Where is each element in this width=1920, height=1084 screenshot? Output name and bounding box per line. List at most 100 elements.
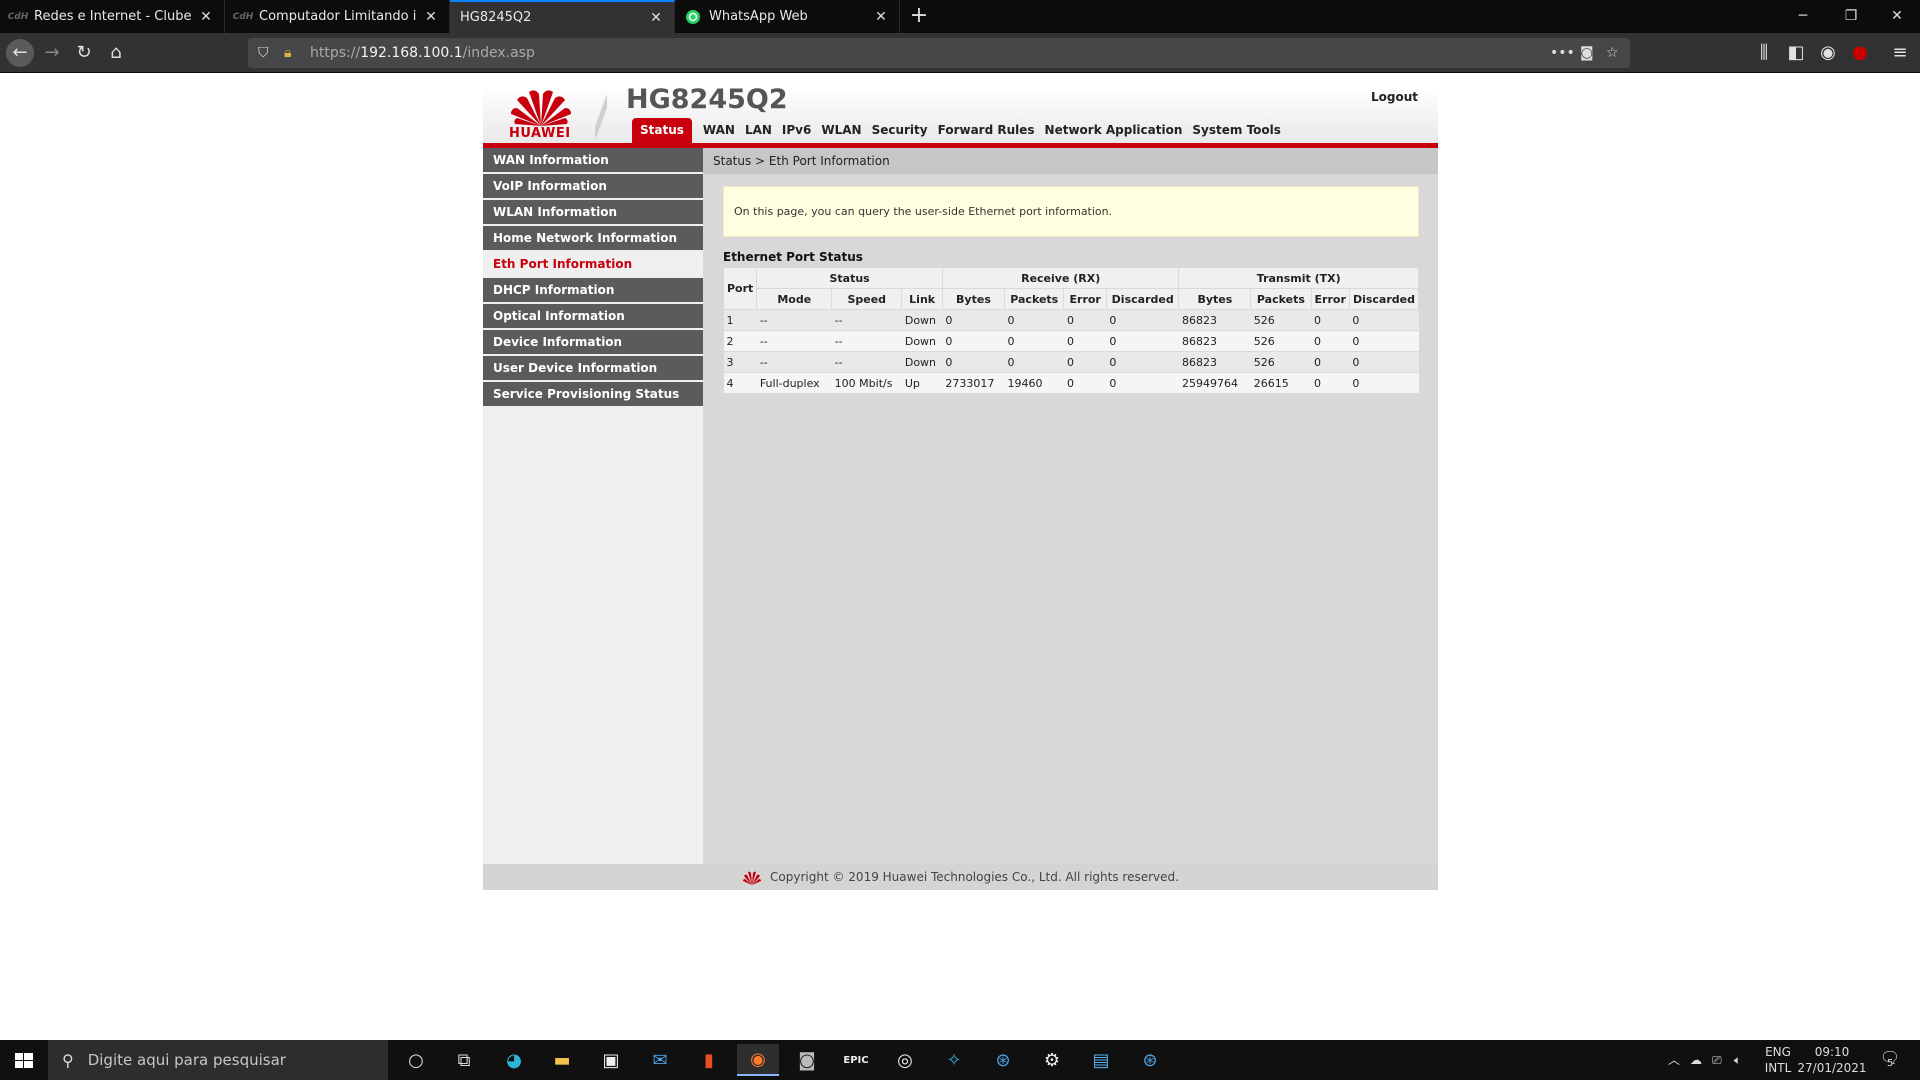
tab-title: Computador Limitando interne <box>259 9 417 24</box>
tab-clube-do-hardware-2[interactable]: CdH Computador Limitando interne ✕ <box>225 0 450 33</box>
ubisoft-icon[interactable]: ◎ <box>884 1044 926 1076</box>
col-group-status: Status <box>756 267 943 289</box>
reload-button[interactable]: ↻ <box>70 39 98 67</box>
network-icon[interactable]: ⎚ <box>1712 1052 1722 1068</box>
restore-window-button[interactable]: ❐ <box>1828 0 1874 33</box>
tab-whatsapp-web[interactable]: WhatsApp Web ✕ <box>675 0 900 33</box>
bookmark-star-icon[interactable]: ☆ <box>1606 38 1619 68</box>
account-icon[interactable]: ◉ <box>1814 39 1842 67</box>
new-tab-button[interactable]: + <box>905 2 933 30</box>
menu-system-tools[interactable]: System Tools <box>1187 118 1286 143</box>
menu-ipv6[interactable]: IPv6 <box>777 118 816 143</box>
sidebar-item-wlan-information[interactable]: WLAN Information <box>483 200 703 224</box>
edge-icon[interactable]: ◕ <box>493 1044 535 1076</box>
menu-lan[interactable]: LAN <box>740 118 777 143</box>
url-text[interactable]: https://192.168.100.1/index.asp <box>310 38 535 68</box>
sidebar-item-user-device-information[interactable]: User Device Information <box>483 356 703 380</box>
start-button[interactable] <box>0 1040 48 1080</box>
footer: Copyright © 2019 Huawei Technologies Co.… <box>483 864 1438 890</box>
close-tab-icon[interactable]: ✕ <box>873 9 889 25</box>
clock[interactable]: 09:10 27/01/2021 <box>1796 1044 1868 1076</box>
table-cell: 0 <box>1349 309 1419 331</box>
home-button[interactable]: ⌂ <box>102 39 130 67</box>
insecure-lock-icon[interactable]: 🔒︎ <box>284 38 291 68</box>
microsoft-store-icon[interactable]: ▣ <box>590 1044 632 1076</box>
menu-security[interactable]: Security <box>867 118 933 143</box>
table-cell: 0 <box>1311 309 1350 331</box>
router-header: HUAWEI HG8245Q2 Logout Status WAN LAN IP… <box>483 84 1438 144</box>
discord-icon[interactable]: ◙ <box>786 1044 828 1076</box>
volume-icon[interactable]: 🔈︎ <box>1734 1052 1741 1068</box>
url-bar[interactable]: ⛉ 🔒︎ https://192.168.100.1/index.asp •••… <box>248 38 1630 68</box>
shield-icon[interactable]: ⛉ <box>258 38 269 68</box>
copyright-text: Copyright © 2019 Huawei Technologies Co.… <box>770 870 1179 884</box>
table-cell: 0 <box>1004 351 1064 373</box>
epic-games-icon[interactable]: EPIC <box>835 1044 877 1076</box>
language-indicator[interactable]: ENG INTL <box>1760 1044 1796 1076</box>
col-group-transmit: Transmit (TX) <box>1178 267 1419 289</box>
sidebar-item-voip-information[interactable]: VoIP Information <box>483 174 703 198</box>
sidebar-item-device-information[interactable]: Device Information <box>483 330 703 354</box>
close-tab-icon[interactable]: ✕ <box>198 9 214 25</box>
minimize-window-button[interactable]: ─ <box>1780 0 1826 33</box>
remote-desktop-icon[interactable]: ▤ <box>1080 1044 1122 1076</box>
mail-icon[interactable]: ✉ <box>639 1044 681 1076</box>
table-cell: Down <box>901 351 943 373</box>
settings-gear-icon[interactable]: ⚙ <box>1031 1044 1073 1076</box>
library-icon[interactable]: ⫼ <box>1750 39 1778 67</box>
tab-hg8245q2[interactable]: HG8245Q2 ✕ <box>450 0 675 33</box>
battle-net-icon[interactable]: ✧ <box>933 1044 975 1076</box>
menu-network-application[interactable]: Network Application <box>1040 118 1188 143</box>
menu-wan[interactable]: WAN <box>698 118 740 143</box>
device-model-title: HG8245Q2 <box>626 84 788 115</box>
table-cell: 86823 <box>1178 351 1251 373</box>
menu-icon[interactable]: ≡ <box>1886 39 1914 67</box>
menu-status[interactable]: Status <box>632 118 692 143</box>
sidebar-item-service-provisioning-status[interactable]: Service Provisioning Status <box>483 382 703 406</box>
forward-button[interactable]: → <box>38 39 66 67</box>
file-explorer-icon[interactable]: ▬ <box>541 1044 583 1076</box>
col-header-speed: Speed <box>831 288 903 310</box>
task-view-icon[interactable]: ⧉ <box>443 1044 485 1076</box>
tab-clube-do-hardware-1[interactable]: CdH Redes e Internet - Clube do Ha ✕ <box>0 0 225 33</box>
table-cell: 4 <box>723 372 757 394</box>
steam-icon[interactable]: ⊛ <box>982 1044 1024 1076</box>
table-row: 2 -- -- Down 0 0 0 0 86823 526 0 0 <box>723 330 1419 352</box>
sidebar-item-optical-information[interactable]: Optical Information <box>483 304 703 328</box>
close-tab-icon[interactable]: ✕ <box>648 10 664 26</box>
menu-forward-rules[interactable]: Forward Rules <box>933 118 1040 143</box>
brand-name: HUAWEI <box>509 126 571 141</box>
taskbar-search-box[interactable]: ⚲ Digite aqui para pesquisar <box>48 1040 388 1080</box>
firefox-icon[interactable]: ◉ <box>737 1044 779 1076</box>
close-tab-icon[interactable]: ✕ <box>423 9 439 25</box>
table-cell: Up <box>901 372 943 394</box>
table-cell: 0 <box>942 309 1005 331</box>
office-icon[interactable]: ▮ <box>688 1044 730 1076</box>
ublock-origin-icon[interactable]: ● <box>1846 39 1874 67</box>
logout-link[interactable]: Logout <box>1371 90 1418 104</box>
table-cell: 1 <box>723 309 757 331</box>
sidebar-item-wan-information[interactable]: WAN Information <box>483 148 703 172</box>
pocket-icon[interactable]: ◙ <box>1580 38 1594 68</box>
search-placeholder: Digite aqui para pesquisar <box>87 1051 286 1069</box>
tray-chevron-up-icon[interactable]: ︿ <box>1668 1052 1680 1068</box>
huawei-footer-logo-icon <box>743 871 762 885</box>
sidebar-item-dhcp-information[interactable]: DHCP Information <box>483 278 703 302</box>
cortana-icon[interactable]: ○ <box>395 1044 437 1076</box>
back-button[interactable]: ← <box>6 39 34 67</box>
table-cell: 0 <box>1106 351 1179 373</box>
table-cell: -- <box>756 330 832 352</box>
breadcrumb: Status > Eth Port Information <box>703 148 1438 174</box>
table-cell: 526 <box>1250 330 1312 352</box>
close-window-button[interactable]: ✕ <box>1874 0 1920 33</box>
onedrive-cloud-icon[interactable]: ☁ <box>1690 1052 1702 1068</box>
sidebar-item-eth-port-information[interactable]: Eth Port Information <box>483 252 703 276</box>
sidebar-icon[interactable]: ◧ <box>1782 39 1810 67</box>
menu-wlan[interactable]: WLAN <box>816 118 866 143</box>
table-row: 1 -- -- Down 0 0 0 0 86823 526 0 0 <box>723 309 1419 331</box>
page-actions-icon[interactable]: ••• <box>1550 38 1575 68</box>
language-code: ENG <box>1765 1045 1791 1059</box>
notification-center-icon[interactable]: 🗨︎ 5 <box>1876 1050 1904 1070</box>
sidebar-item-home-network-information[interactable]: Home Network Information <box>483 226 703 250</box>
steam-icon-2[interactable]: ⊛ <box>1129 1044 1171 1076</box>
